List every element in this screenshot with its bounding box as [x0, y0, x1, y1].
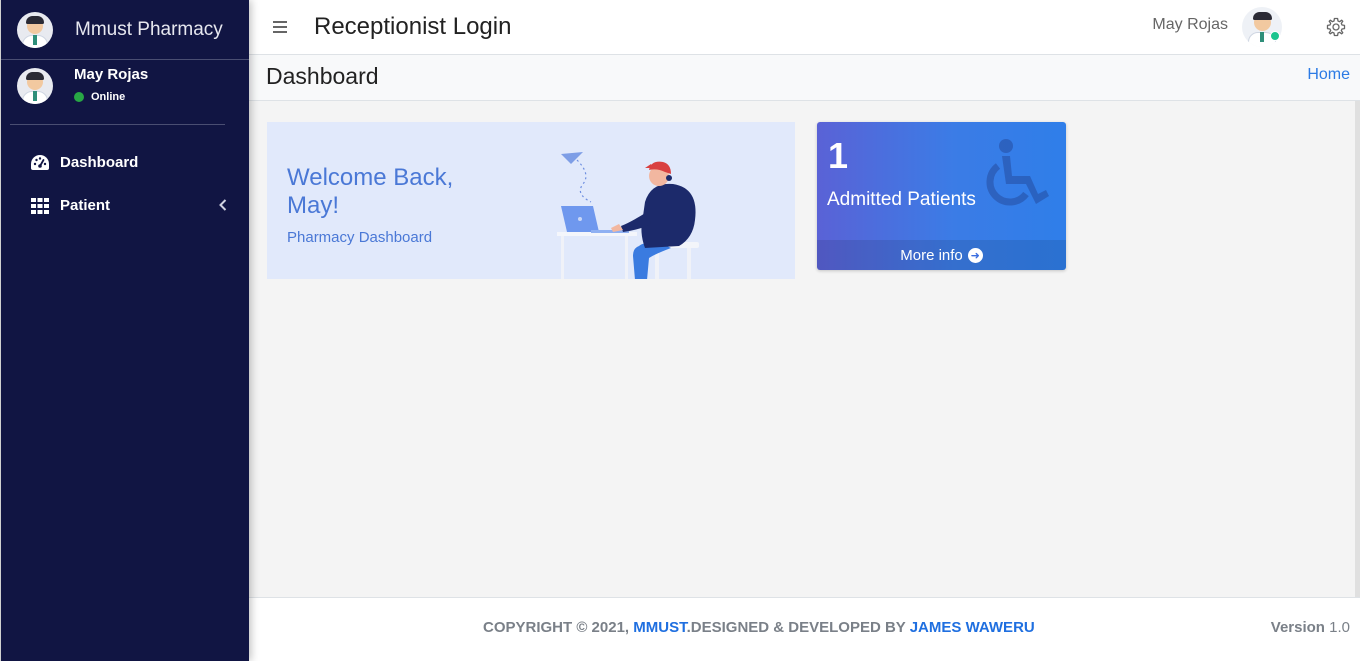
- tachometer-icon: [29, 154, 50, 172]
- grid-icon: [29, 197, 50, 215]
- user-avatar[interactable]: [17, 68, 53, 104]
- page-heading: Receptionist Login: [314, 13, 512, 40]
- admitted-patients-count: 1: [828, 135, 849, 176]
- more-info-label: More info: [900, 246, 963, 264]
- version-text: Version 1.0: [1270, 619, 1350, 636]
- user-panel: May Rojas Online: [1, 60, 249, 125]
- breadcrumb-home-link[interactable]: Home: [1307, 66, 1350, 84]
- chevron-left-icon: [219, 198, 227, 214]
- main-scrollbar[interactable]: [1355, 101, 1360, 597]
- brand-text: Mmust Pharmacy: [75, 18, 223, 40]
- sidebar-item-dashboard[interactable]: Dashboard: [1, 141, 249, 184]
- admitted-patients-card: 1 Admitted Patients More info ➜: [817, 122, 1066, 270]
- sidebar: Mmust Pharmacy May Rojas Online Dashboar…: [0, 0, 249, 661]
- sidebar-user-name[interactable]: May Rojas: [74, 66, 148, 83]
- sidebar-item-label: Dashboard: [60, 154, 139, 171]
- top-user-name[interactable]: May Rojas: [1152, 16, 1228, 34]
- page-title: Dashboard: [266, 63, 379, 89]
- online-badge-icon: [1270, 31, 1280, 41]
- copyright-text: COPYRIGHT © 2021, MMUST.DESIGNED & DEVEL…: [483, 619, 1035, 636]
- more-info-link[interactable]: More info ➜: [817, 240, 1066, 270]
- footer: COPYRIGHT © 2021, MMUST.DESIGNED & DEVEL…: [249, 597, 1360, 661]
- gear-icon[interactable]: [1326, 17, 1346, 37]
- welcome-line-2: May!: [287, 192, 340, 219]
- arrow-circle-right-icon: ➜: [967, 247, 983, 263]
- welcome-title: Welcome Back, May!: [287, 164, 453, 220]
- main-content: Welcome Back, May! Pharmacy Dashboard 1 …: [249, 101, 1355, 597]
- user-status-label: Online: [91, 91, 126, 103]
- brand-logo: [17, 11, 53, 48]
- welcome-card: Welcome Back, May! Pharmacy Dashboard: [267, 122, 795, 279]
- content-header: Dashboard Home: [249, 55, 1360, 101]
- hamburger-menu-icon[interactable]: [273, 17, 291, 38]
- top-user-avatar[interactable]: [1242, 7, 1282, 47]
- top-navbar: Receptionist Login May Rojas: [249, 0, 1360, 55]
- online-dot-icon: [74, 92, 84, 102]
- person-at-laptop-illustration: [557, 152, 699, 279]
- welcome-subtitle: Pharmacy Dashboard: [287, 229, 433, 246]
- user-status: Online: [74, 91, 148, 103]
- author-link[interactable]: JAMES WAWERU: [910, 619, 1035, 636]
- org-link[interactable]: MMUST: [633, 619, 686, 636]
- sidebar-item-patient[interactable]: Patient: [1, 184, 249, 227]
- wheelchair-icon: [986, 139, 1049, 206]
- admitted-patients-label: Admitted Patients: [827, 189, 976, 210]
- welcome-line-1: Welcome Back,: [287, 164, 454, 191]
- sidebar-item-label: Patient: [60, 197, 111, 214]
- sidebar-nav: Dashboard Patient: [1, 141, 249, 227]
- brand-link[interactable]: Mmust Pharmacy: [1, 0, 249, 60]
